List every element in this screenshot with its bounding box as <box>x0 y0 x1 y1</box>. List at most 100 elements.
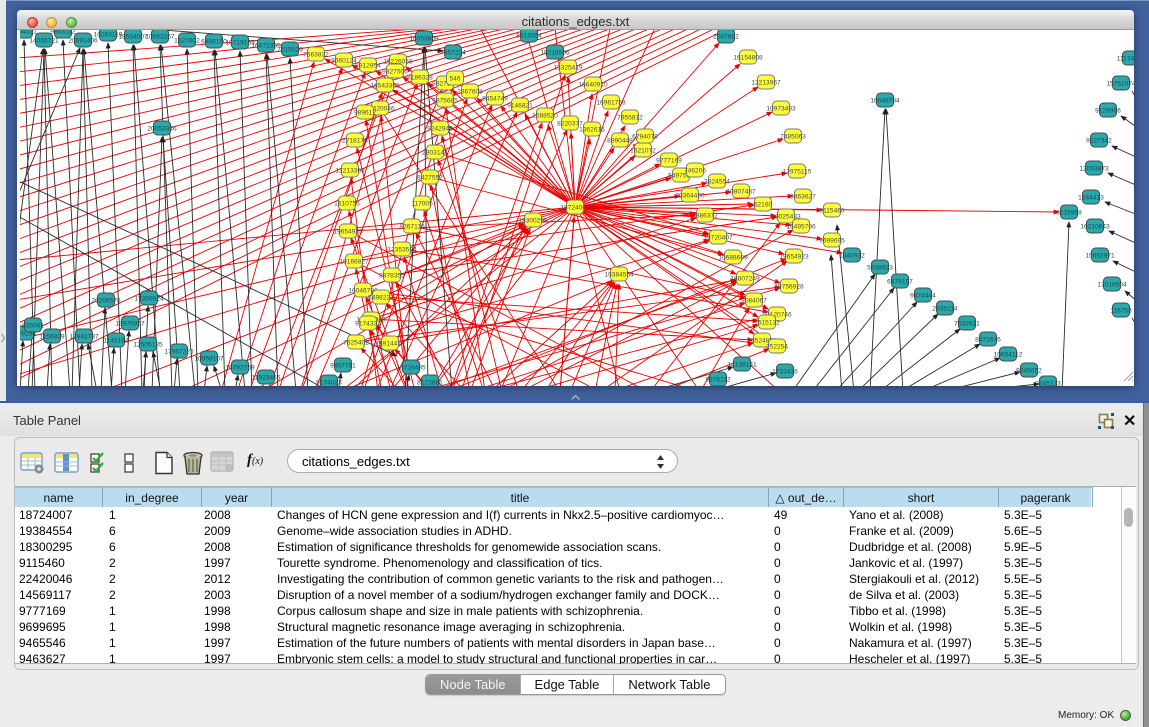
svg-text:6479197: 6479197 <box>887 279 913 286</box>
svg-text:15751074: 15751074 <box>1106 81 1134 88</box>
svg-text:2803144: 2803144 <box>422 150 448 157</box>
svg-text:1733426: 1733426 <box>772 369 798 376</box>
svg-text:5498222: 5498222 <box>368 295 394 302</box>
svg-text:5875685: 5875685 <box>432 98 458 105</box>
svg-text:9174331: 9174331 <box>355 321 381 328</box>
svg-text:20364486: 20364486 <box>675 193 705 200</box>
svg-text:6794078: 6794078 <box>632 134 658 141</box>
svg-text:9474444: 9474444 <box>910 293 936 300</box>
svg-text:16648784: 16648784 <box>870 98 900 105</box>
svg-text:1640932: 1640932 <box>839 253 865 260</box>
svg-text:9129966: 9129966 <box>1095 108 1121 115</box>
svg-text:9853112: 9853112 <box>50 30 76 36</box>
svg-text:7886372: 7886372 <box>692 213 718 220</box>
svg-text:8454749: 8454749 <box>482 96 508 103</box>
svg-text:2935114: 2935114 <box>932 306 958 313</box>
svg-text:19218506: 19218506 <box>540 50 570 57</box>
svg-text:8186328: 8186328 <box>407 75 433 82</box>
svg-text:12213967: 12213967 <box>751 80 781 87</box>
svg-text:8215958: 8215958 <box>1056 210 1082 217</box>
svg-text:12353594: 12353594 <box>387 247 417 254</box>
svg-text:15692971: 15692971 <box>1085 253 1115 260</box>
svg-text:17957225: 17957225 <box>164 349 194 356</box>
svg-text:252254: 252254 <box>766 344 788 351</box>
svg-text:7632621: 7632621 <box>954 321 980 328</box>
svg-text:18724007: 18724007 <box>560 205 590 212</box>
svg-text:9245652: 9245652 <box>1016 368 1042 375</box>
svg-text:2367608: 2367608 <box>457 89 483 96</box>
svg-text:8427552: 8427552 <box>417 175 443 182</box>
svg-text:12942737: 12942737 <box>69 334 99 341</box>
svg-text:16495796: 16495796 <box>786 224 816 231</box>
svg-text:7955812: 7955812 <box>617 115 643 122</box>
svg-text:20053346: 20053346 <box>147 126 177 133</box>
svg-text:10688609: 10688609 <box>718 255 748 262</box>
svg-text:7857224: 7857224 <box>440 50 466 57</box>
svg-text:19975867: 19975867 <box>115 321 145 328</box>
svg-text:989612: 989612 <box>354 110 376 117</box>
svg-text:8990448: 8990448 <box>607 138 633 145</box>
svg-text:12093873: 12093873 <box>1079 166 1109 173</box>
svg-text:7625402: 7625402 <box>343 340 369 347</box>
svg-text:9146821: 9146821 <box>507 103 533 110</box>
svg-text:9174023: 9174023 <box>316 380 342 387</box>
svg-text:15720407: 15720407 <box>703 235 733 242</box>
svg-text:16914479: 16914479 <box>375 341 405 348</box>
svg-text:2087682: 2087682 <box>713 34 739 41</box>
svg-text:16154808: 16154808 <box>733 55 763 62</box>
svg-text:8123881: 8123881 <box>417 380 443 387</box>
svg-text:8813054: 8813054 <box>516 33 542 40</box>
svg-text:5938923: 5938923 <box>867 265 893 272</box>
svg-text:20206576: 20206576 <box>91 298 121 305</box>
svg-text:7485063: 7485063 <box>780 134 806 141</box>
svg-text:20691406: 20691406 <box>68 38 98 45</box>
svg-text:10958107: 10958107 <box>194 356 224 363</box>
svg-text:18554007: 18554007 <box>118 34 148 41</box>
svg-text:17359924: 17359924 <box>134 296 164 303</box>
svg-text:1615132: 1615132 <box>754 320 780 327</box>
svg-text:117005: 117005 <box>411 201 433 208</box>
svg-text:14055721: 14055721 <box>29 38 59 45</box>
svg-text:8660124: 8660124 <box>331 58 357 65</box>
svg-text:16210643: 16210643 <box>1080 224 1110 231</box>
svg-text:7515526: 7515526 <box>277 47 303 54</box>
svg-text:12505135: 12505135 <box>133 342 163 349</box>
svg-text:1145194: 1145194 <box>103 338 129 345</box>
svg-text:13325419: 13325419 <box>553 65 583 72</box>
svg-text:10654112: 10654112 <box>994 352 1023 359</box>
svg-text:16961758: 16961758 <box>596 100 626 107</box>
svg-text:1588520: 1588520 <box>532 113 558 120</box>
svg-text:17016504: 17016504 <box>1097 282 1127 289</box>
svg-text:10853267: 10853267 <box>145 34 175 41</box>
svg-text:8267110: 8267110 <box>399 224 425 231</box>
svg-text:9115460: 9115460 <box>819 208 845 215</box>
svg-text:1527602: 1527602 <box>174 38 200 45</box>
svg-text:746206: 746206 <box>684 168 706 175</box>
svg-text:16053809: 16053809 <box>409 36 439 43</box>
svg-text:11923466: 11923466 <box>252 375 281 382</box>
svg-text:18300295: 18300295 <box>518 218 548 225</box>
svg-text:9242848: 9242848 <box>427 126 453 133</box>
svg-text:1610755: 1610755 <box>334 201 360 208</box>
svg-text:16543362: 16543362 <box>370 83 400 90</box>
svg-text:16782759: 16782759 <box>225 365 255 372</box>
svg-text:9327506: 9327506 <box>382 69 408 76</box>
svg-text:18807249: 18807249 <box>730 276 760 283</box>
svg-text:11174046: 11174046 <box>1117 56 1134 63</box>
svg-text:9084067: 9084067 <box>741 298 767 305</box>
svg-text:12975115: 12975115 <box>783 169 812 176</box>
svg-text:9227342: 9227342 <box>1086 138 1112 145</box>
svg-text:1156829: 1156829 <box>39 334 65 341</box>
svg-text:19654923: 19654923 <box>779 254 809 261</box>
svg-text:15716485: 15716485 <box>396 365 426 372</box>
svg-text:19654925: 19654925 <box>333 229 363 236</box>
svg-text:116753: 116753 <box>1110 308 1132 315</box>
svg-text:546: 546 <box>449 76 460 83</box>
svg-text:9245123: 9245123 <box>1035 381 1061 387</box>
svg-text:8878352: 8878352 <box>379 273 405 280</box>
svg-text:9463627: 9463627 <box>790 194 816 201</box>
svg-text:19756928: 19756928 <box>774 284 804 291</box>
svg-text:1244413: 1244413 <box>1078 195 1104 202</box>
svg-text:8912954: 8912954 <box>355 63 381 70</box>
svg-text:9777169: 9777169 <box>656 158 682 165</box>
